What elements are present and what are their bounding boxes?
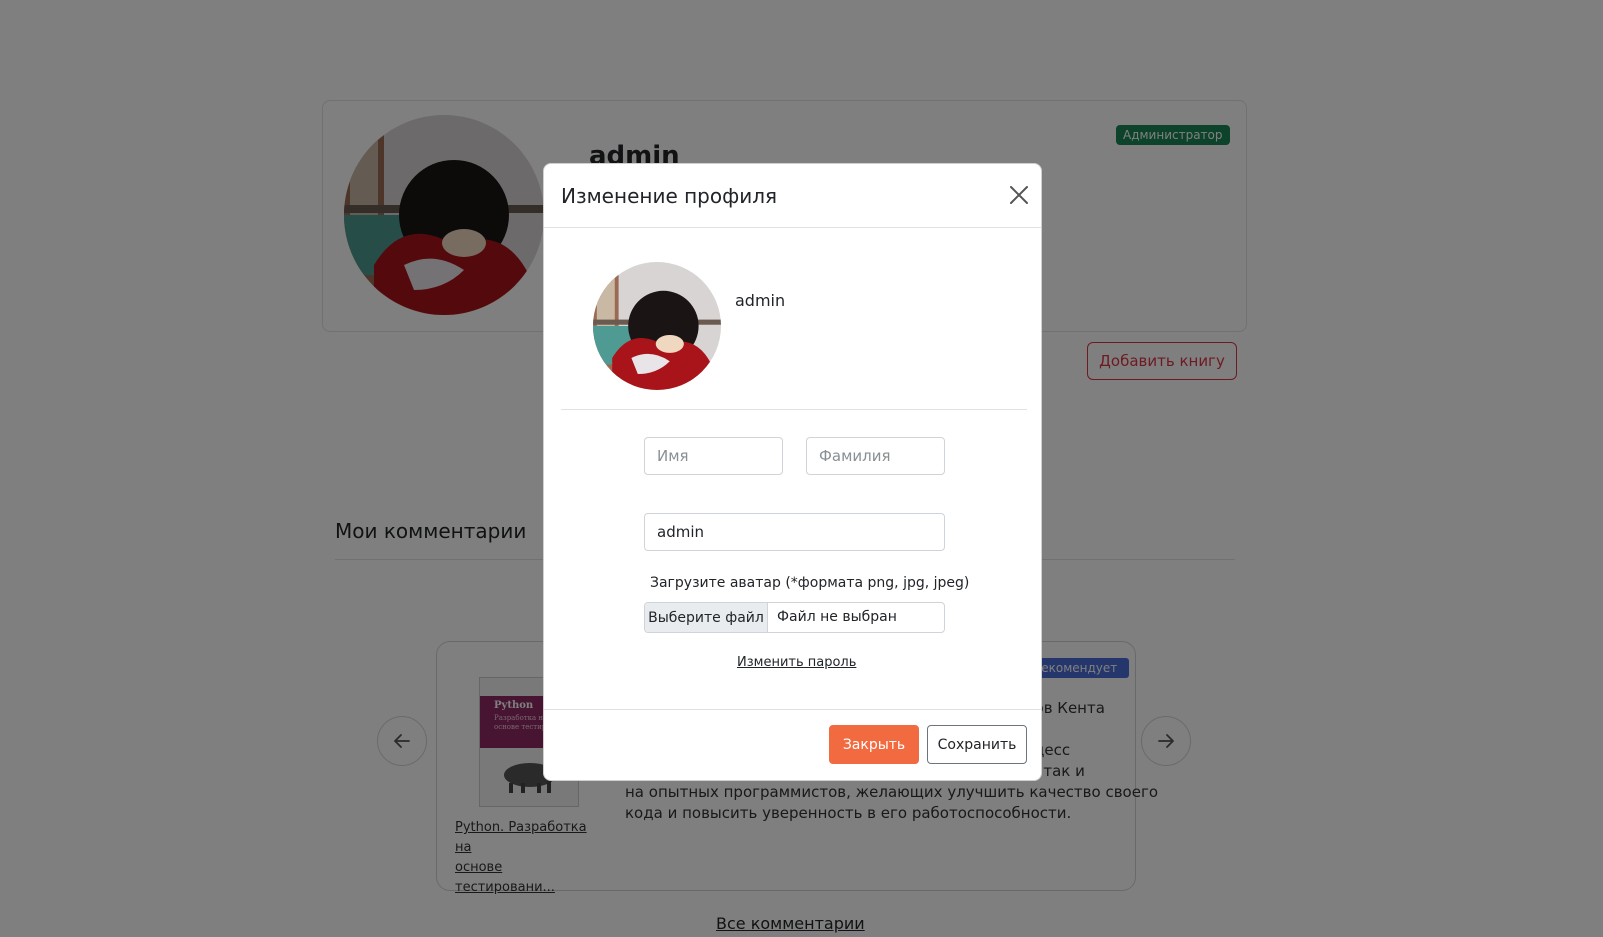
edit-profile-modal: Изменение профиля admin Загрузите аватар… [543,163,1042,781]
modal-username: admin [735,291,786,310]
close-icon [1010,186,1028,204]
modal-header: Изменение профиля [544,164,1041,228]
login-input[interactable] [644,513,945,551]
change-password-link[interactable]: Изменить пароль [737,655,856,670]
modal-close-button[interactable] [1006,182,1032,208]
save-button[interactable]: Сохранить [927,725,1027,764]
first-name-input[interactable] [644,437,783,475]
modal-footer-divider [544,709,1041,710]
close-button[interactable]: Закрыть [829,725,919,764]
choose-file-button[interactable]: Выберите файл [645,603,768,632]
modal-divider [561,409,1027,410]
avatar-upload-label: Загрузите аватар (*формата png, jpg, jpe… [650,575,970,591]
avatar-file-input[interactable]: Выберите файл Файл не выбран [644,602,945,633]
modal-title: Изменение профиля [561,184,778,208]
file-status: Файл не выбран [777,609,897,625]
modal-avatar [593,262,721,390]
last-name-input[interactable] [806,437,945,475]
